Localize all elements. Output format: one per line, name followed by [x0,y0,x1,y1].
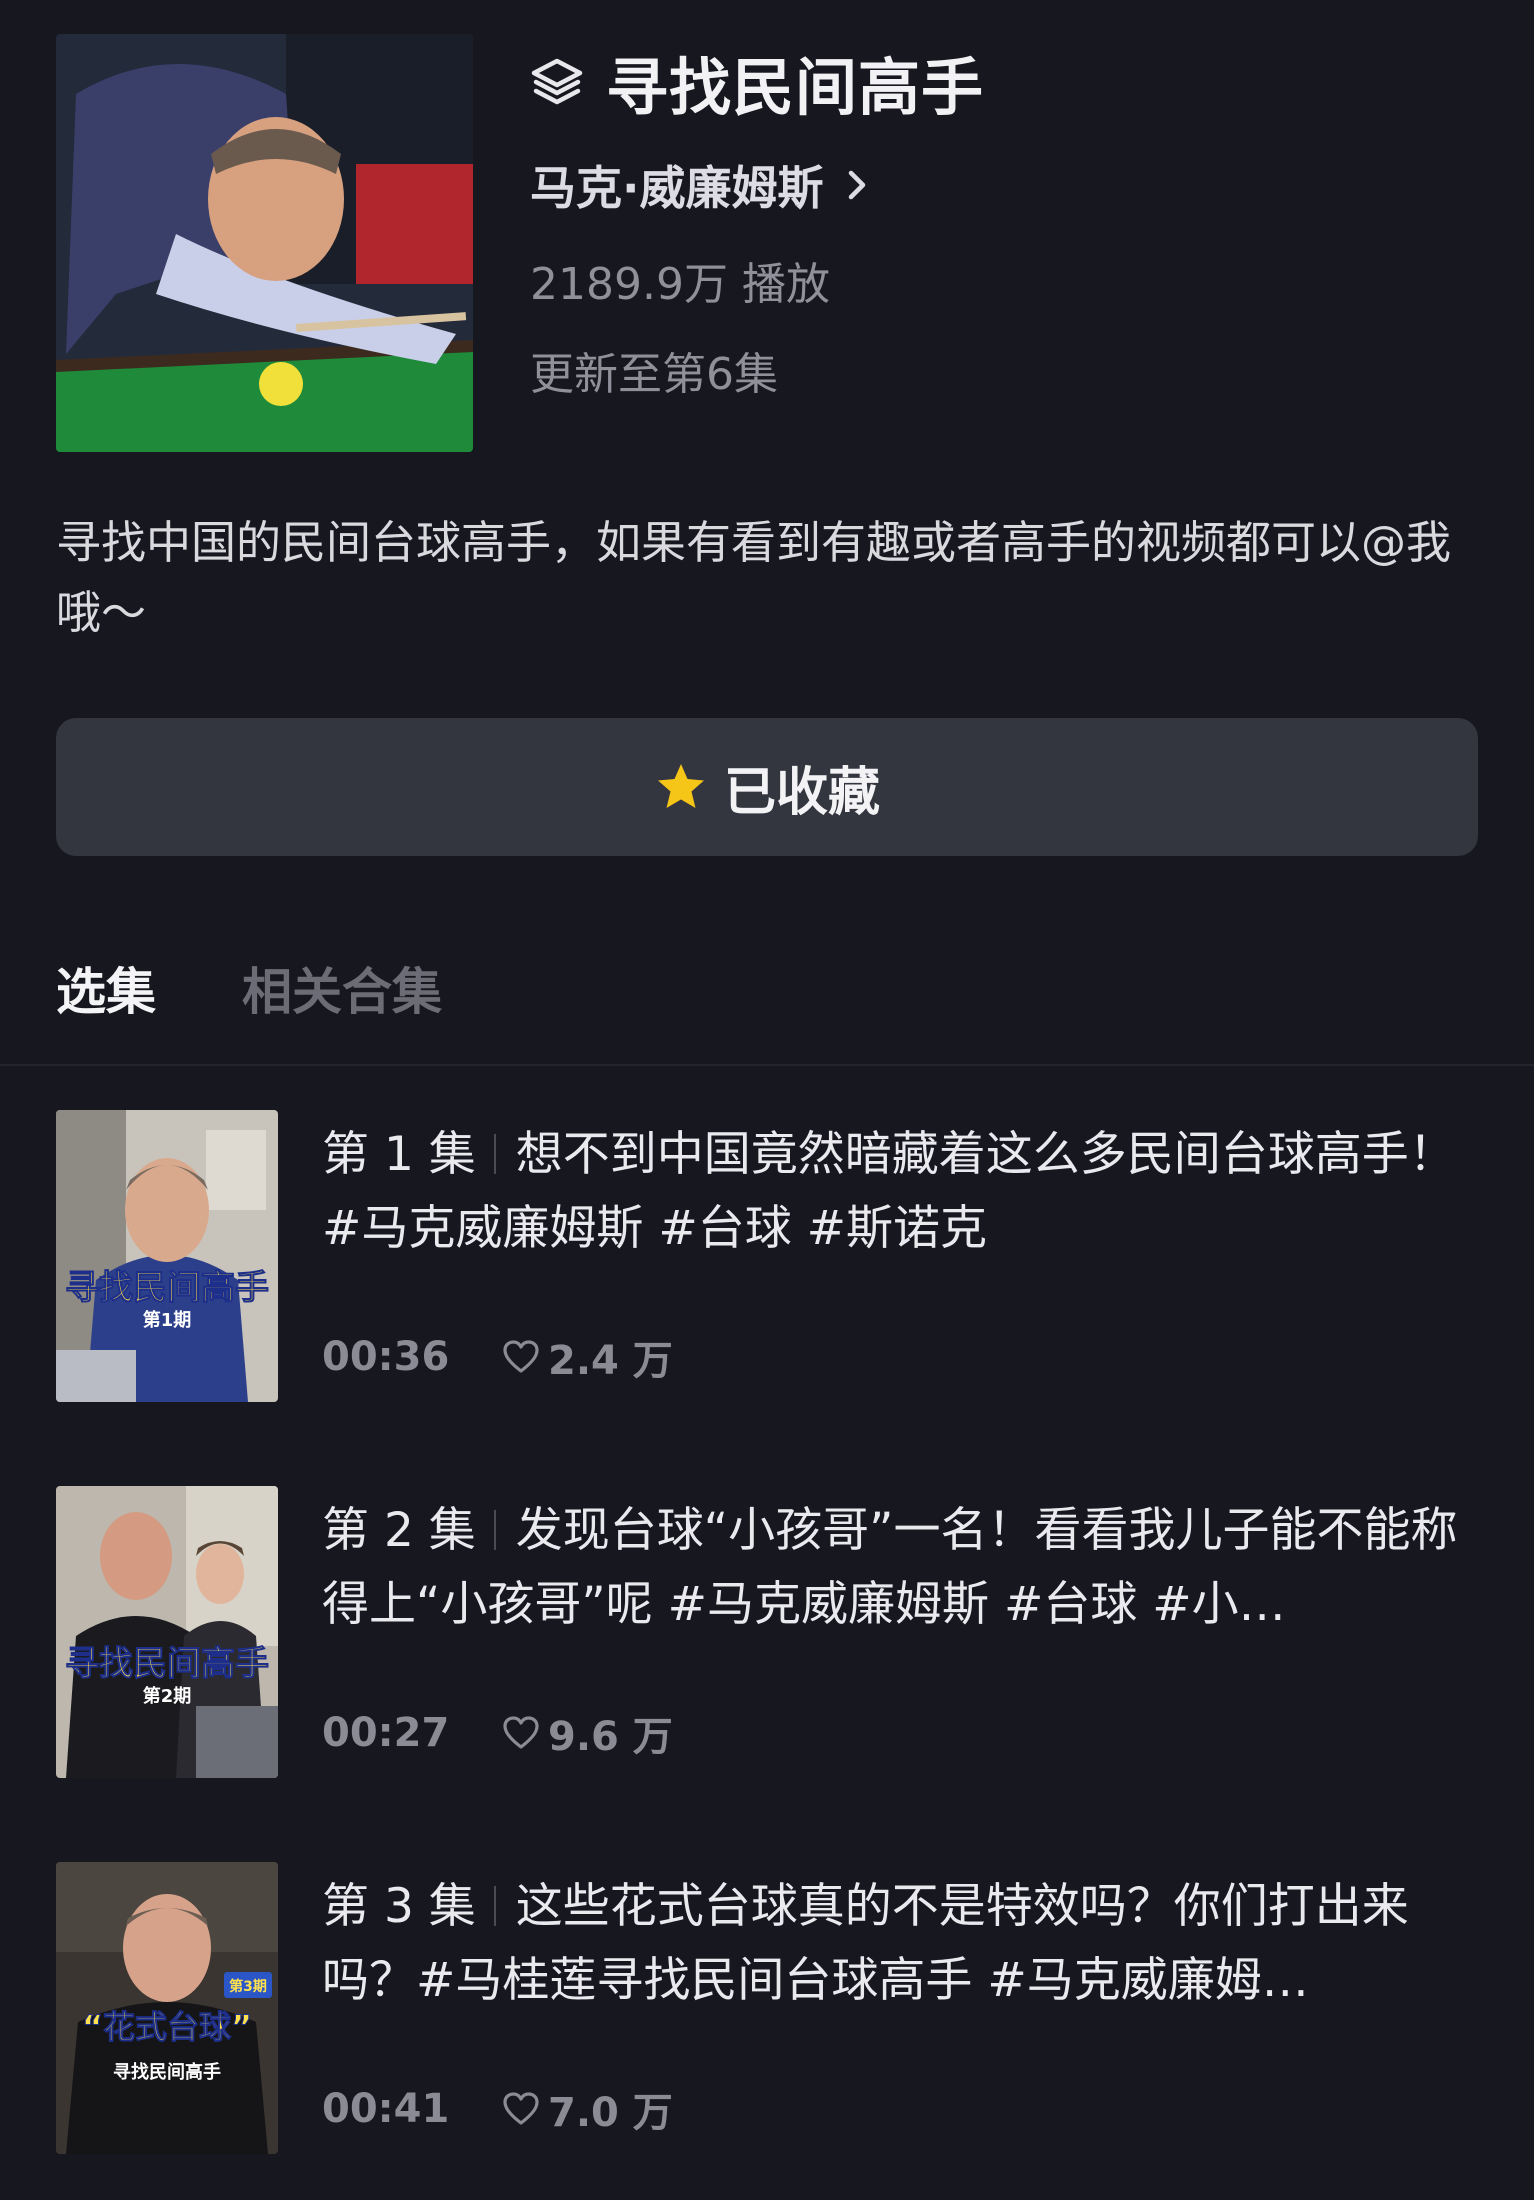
heart-icon [503,1716,539,1749]
tabs-divider [0,1064,1534,1066]
thumbnail-caption: 寻找民间高手 [65,1268,270,1309]
thumbnail-subcaption: 寻找民间高手 [113,2062,221,2083]
episode-meta: 00:41 7.0 万 [322,2080,673,2138]
episode-duration: 00:36 [322,1334,450,1380]
collected-label: 已收藏 [723,762,880,823]
thumbnail-subcaption: 第2期 [142,1686,192,1707]
thumbnail-caption: “花式台球” [81,2008,253,2047]
episode-likes: 2.4 万 [548,1338,673,1384]
episode-item-3[interactable]: 第3期 “花式台球” 寻找民间高手 第 3 集这些花式台球真的不是特效吗？你们打… [56,1862,1496,2156]
thumbnail-caption: 寻找民间高手 [65,1644,270,1685]
play-count: 2189.9万 播放 [530,259,830,310]
episode-number: 第 1 集 [322,1127,476,1182]
episode-meta: 00:27 9.6 万 [322,1704,673,1762]
collected-button[interactable]: 已收藏 [56,718,1478,856]
heart-icon [503,2092,539,2125]
episode-duration: 00:41 [322,2086,450,2132]
episode-title-text: 想不到中国竟然暗藏着这么多民间台球高手！#马克威廉姆斯 #台球 #斯诺克 [322,1127,1456,1256]
episode-item-2[interactable]: 寻找民间高手 第2期 第 2 集发现台球“小孩哥”一名！看看我儿子能不能称得上“… [56,1486,1496,1780]
separator [493,1134,496,1174]
episode-thumbnail: 寻找民间高手 第1期 [56,1110,278,1402]
episode-thumbnail: 寻找民间高手 第2期 [56,1486,278,1778]
episode-item-1[interactable]: 寻找民间高手 第1期 第 1 集想不到中国竟然暗藏着这么多民间台球高手！#马克威… [56,1110,1496,1404]
tab-bar: 选集 相关合集 [56,952,528,1024]
episode-thumbnail: 第3期 “花式台球” 寻找民间高手 [56,1862,278,2154]
update-status: 更新至第6集 [530,349,778,400]
episode-duration: 00:27 [322,1710,450,1756]
cover-image [56,34,473,452]
episode-number: 第 2 集 [322,1503,476,1558]
separator [493,1510,496,1550]
chevron-right-icon [849,170,866,200]
collection-title: 寻找民间高手 [606,51,985,124]
thumbnail-badge: 第3期 [229,1979,267,1995]
heart-icon [503,1340,539,1373]
episode-meta: 00:36 2.4 万 [322,1328,673,1386]
episode-title-text: 发现台球“小孩哥”一名！看看我儿子能不能称得上“小孩哥”呢 #马克威廉姆斯 #台… [322,1503,1458,1632]
tab-related-collections[interactable]: 相关合集 [242,952,442,1024]
episode-title: 第 1 集想不到中国竟然暗藏着这么多民间台球高手！#马克威廉姆斯 #台球 #斯诺… [322,1118,1492,1266]
episode-title: 第 3 集这些花式台球真的不是特效吗？你们打出来吗？#马桂莲寻找民间台球高手 #… [322,1870,1492,2018]
author-link[interactable]: 马克·威廉姆斯 [530,152,875,218]
layers-icon [531,58,583,105]
collection-description: 寻找中国的民间台球高手，如果有看到有趣或者高手的视频都可以@我哦～ [56,516,1452,639]
episode-title: 第 2 集发现台球“小孩哥”一名！看看我儿子能不能称得上“小孩哥”呢 #马克威廉… [322,1494,1492,1642]
author-name: 马克·威廉姆斯 [530,161,824,215]
thumbnail-subcaption: 第1期 [142,1310,192,1331]
episode-number: 第 3 集 [322,1879,476,1934]
episode-likes: 9.6 万 [548,1714,673,1760]
episode-likes: 7.0 万 [548,2090,673,2136]
collection-title-row: 寻找民间高手 [530,42,984,124]
star-icon [657,764,704,808]
episode-title-text: 这些花式台球真的不是特效吗？你们打出来吗？#马桂莲寻找民间台球高手 #马克威廉姆… [322,1879,1409,2008]
separator [493,1886,496,1926]
tab-episodes[interactable]: 选集 [56,952,156,1024]
